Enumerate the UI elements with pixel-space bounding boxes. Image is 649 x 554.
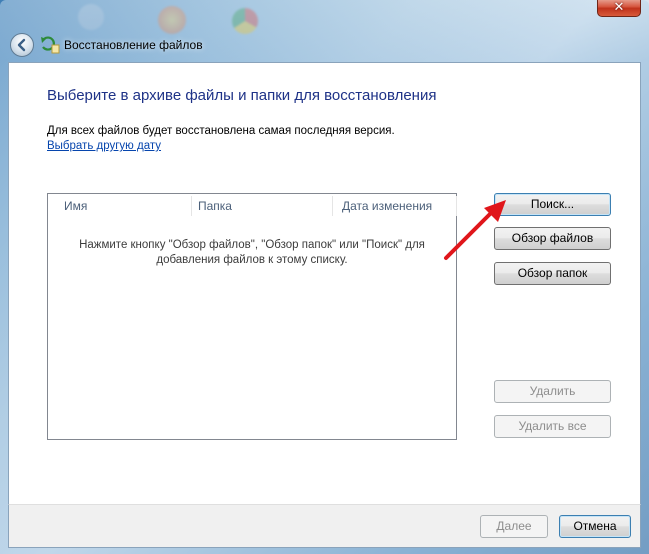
content-area: Выберите в архиве файлы и папки для восс… (8, 62, 641, 504)
choose-other-date-link[interactable]: Выбрать другую дату (47, 140, 161, 152)
version-info-text: Для всех файлов будет восстановлена сама… (47, 125, 395, 137)
next-button[interactable]: Далее (480, 515, 548, 538)
cancel-button[interactable]: Отмена (559, 515, 631, 538)
empty-list-message: Нажмите кнопку "Обзор файлов", "Обзор па… (48, 238, 456, 268)
footer-bar: Далее Отмена (8, 504, 641, 548)
restore-files-icon (41, 36, 60, 54)
close-button[interactable]: ✕ (597, 0, 641, 17)
column-header-folder[interactable]: Папка (182, 194, 332, 218)
files-list[interactable]: Имя Папка Дата изменения Нажмите кнопку … (47, 193, 457, 440)
list-header: Имя Папка Дата изменения (48, 194, 457, 218)
annotation-arrow-icon (444, 200, 506, 260)
delete-all-button[interactable]: Удалить все (494, 415, 611, 438)
empty-message-line: добавления файлов к этому списку. (156, 254, 348, 266)
arrow-left-icon (17, 38, 26, 52)
column-header-name[interactable]: Имя (48, 194, 191, 218)
delete-button[interactable]: Удалить (494, 380, 611, 403)
file-restore-window: ✕ Восстановление файлов Выберите в архив… (0, 0, 649, 554)
column-header-date-modified[interactable]: Дата изменения (326, 194, 456, 218)
page-title: Выберите в архиве файлы и папки для восс… (47, 87, 437, 104)
back-button[interactable] (10, 33, 34, 57)
empty-message-line: Нажмите кнопку "Обзор файлов", "Обзор па… (79, 239, 425, 251)
close-icon: ✕ (613, 0, 625, 14)
window-title: Восстановление файлов (64, 38, 203, 52)
